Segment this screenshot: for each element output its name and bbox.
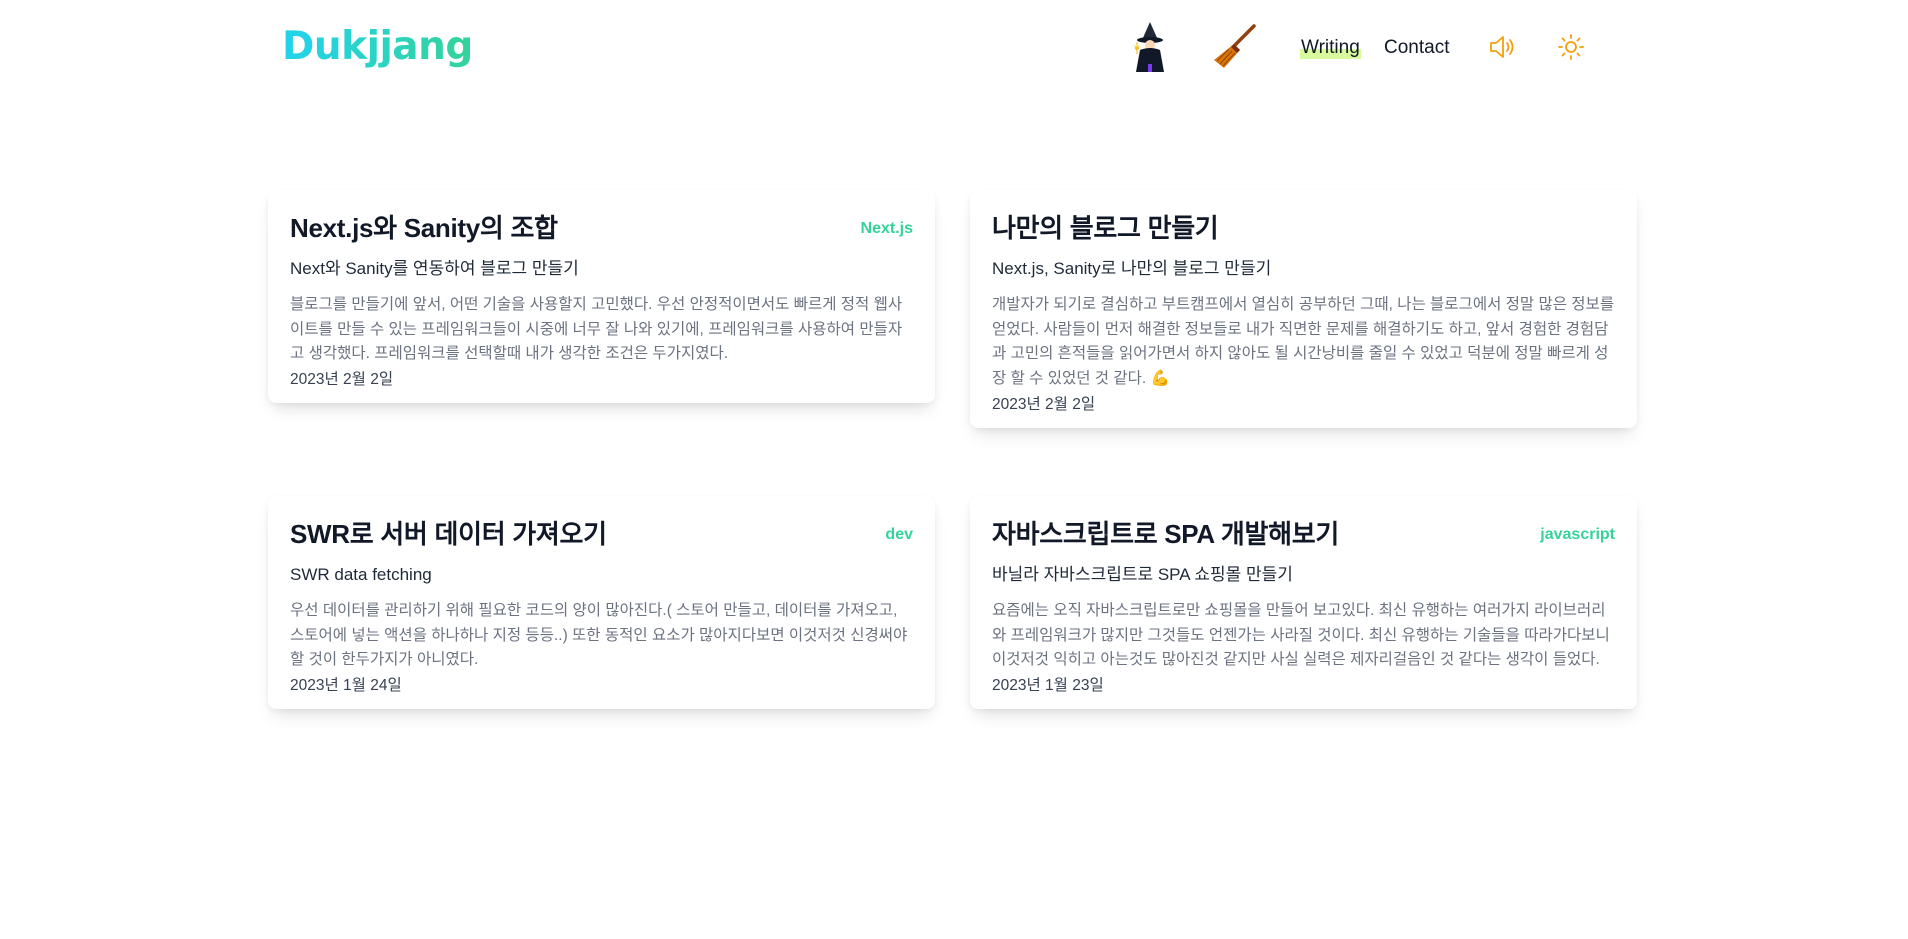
post-date: 2023년 2월 2일	[290, 371, 394, 388]
post-date: 2023년 1월 23일	[992, 677, 1104, 694]
post-title: Next.js와 Sanity의 조합	[290, 213, 558, 243]
post-card[interactable]: Next.js와 Sanity의 조합 Next.js Next와 Sanity…	[268, 190, 935, 403]
page: Dukjjang Writing Contact Next.js와 Sanity…	[0, 0, 1908, 939]
site-header: Dukjjang Writing Contact	[0, 0, 1908, 96]
speaker-icon[interactable]	[1488, 32, 1518, 62]
sun-icon[interactable]	[1557, 33, 1585, 61]
post-title: 나만의 블로그 만들기	[992, 213, 1219, 243]
post-subtitle: SWR data fetching	[290, 565, 432, 584]
post-description: 개발자가 되기로 결심하고 부트캠프에서 열심히 공부하던 그때, 나는 블로그…	[992, 296, 1615, 387]
broom-icon[interactable]	[1210, 24, 1258, 70]
nav-writing-link[interactable]: Writing	[1300, 37, 1361, 59]
nav-contact-link[interactable]: Contact	[1384, 37, 1449, 59]
post-description: 블로그를 만들기에 앞서, 어떤 기술을 사용할지 고민했다. 우선 안정적이면…	[290, 296, 903, 362]
witch-icon[interactable]	[1128, 20, 1176, 72]
post-card[interactable]: 자바스크립트로 SPA 개발해보기 javascript 바닐라 자바스크립트로…	[970, 496, 1637, 709]
post-tag: Next.js	[860, 220, 913, 237]
post-description: 우선 데이터를 관리하기 위해 필요한 코드의 양이 많아진다.( 스토어 만들…	[290, 602, 908, 668]
post-card[interactable]: SWR로 서버 데이터 가져오기 dev SWR data fetching 우…	[268, 496, 935, 709]
post-date: 2023년 2월 2일	[992, 396, 1096, 413]
post-subtitle: Next.js, Sanity로 나만의 블로그 만들기	[992, 259, 1272, 278]
post-subtitle: Next와 Sanity를 연동하여 블로그 만들기	[290, 259, 579, 278]
post-card[interactable]: 나만의 블로그 만들기 Next.js, Sanity로 나만의 블로그 만들기…	[970, 190, 1637, 428]
post-tag: dev	[885, 526, 913, 543]
post-title: 자바스크립트로 SPA 개발해보기	[992, 519, 1339, 549]
post-date: 2023년 1월 24일	[290, 677, 402, 694]
main-nav: Writing Contact	[0, 0, 1908, 96]
post-tag: javascript	[1540, 526, 1615, 543]
post-title: SWR로 서버 데이터 가져오기	[290, 519, 607, 549]
post-subtitle: 바닐라 자바스크립트로 SPA 쇼핑몰 만들기	[992, 565, 1293, 584]
post-description: 요즘에는 오직 자바스크립트로만 쇼핑몰을 만들어 보고있다. 최신 유행하는 …	[992, 602, 1610, 668]
